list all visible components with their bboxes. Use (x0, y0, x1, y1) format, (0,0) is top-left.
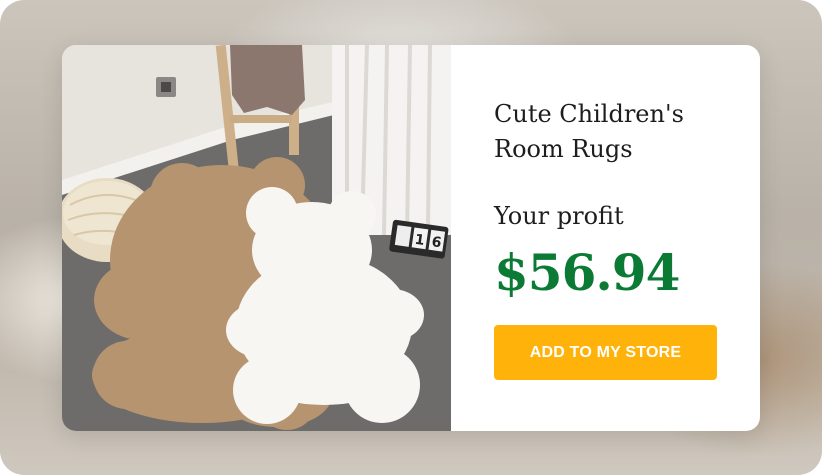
profit-label: Your profit (494, 202, 624, 230)
product-title: Cute Children's Room Rugs (494, 100, 684, 163)
add-to-store-button[interactable]: ADD TO MY STORE (494, 325, 717, 380)
product-info: Cute Children's Room Rugs Your profit $5… (451, 45, 760, 431)
product-photo: 1 6 (62, 45, 451, 431)
profit-price: $56.94 (494, 243, 680, 302)
product-card: 1 6 Cute Children's Room Rugs Your profi… (62, 45, 760, 431)
